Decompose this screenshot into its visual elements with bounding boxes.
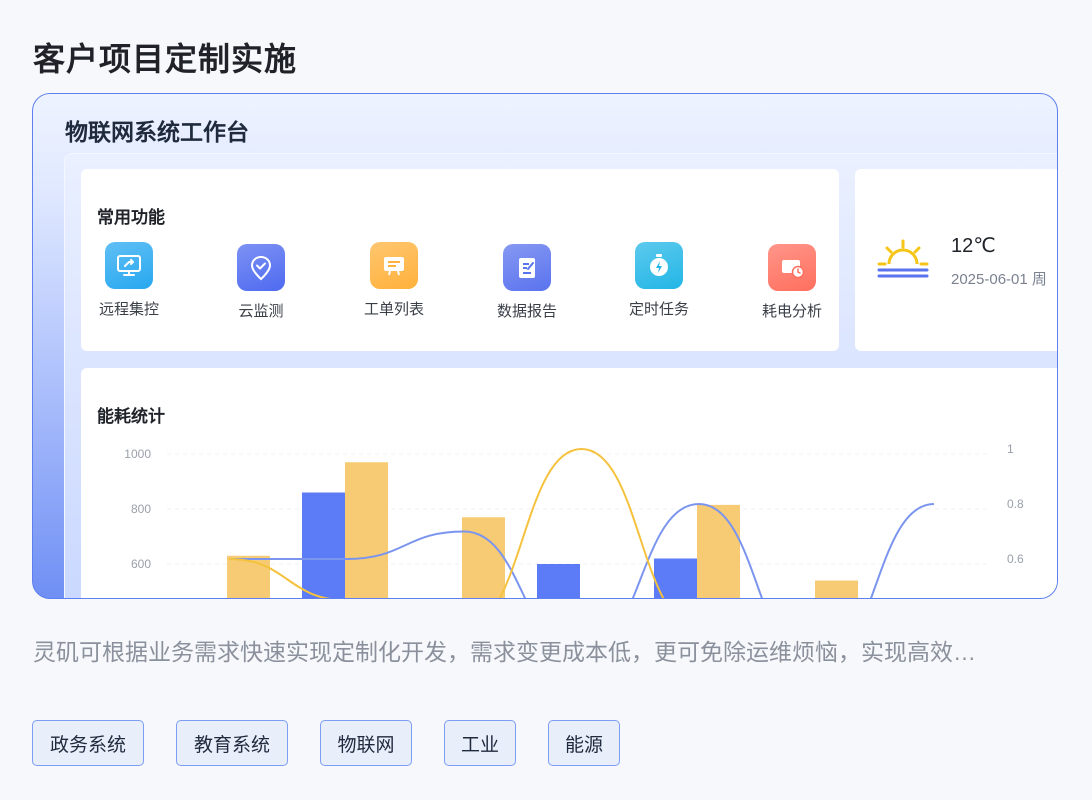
- report-doc-icon: [503, 244, 551, 291]
- function-item-6[interactable]: 耗电分析: [747, 244, 837, 324]
- y2-axis-tick-label: 0.8: [1007, 497, 1024, 511]
- y2-axis-tick-label: 1: [1007, 442, 1014, 456]
- function-item-label: 耗电分析: [761, 303, 822, 320]
- weather-date: 2025-06-01 周: [951, 271, 1047, 288]
- function-item-2[interactable]: 云监测: [216, 244, 306, 324]
- chart-bar: [345, 462, 388, 598]
- industry-tag[interactable]: 工业: [444, 720, 516, 766]
- app-preview-frame: 常用功能 远程集控 云监测 工单列表 数据报告 定时任务 耗电分析 12℃ 2025-06…: [64, 153, 1057, 598]
- function-item-label: 数据报告: [496, 303, 557, 320]
- function-item-label: 远程集控: [98, 301, 159, 318]
- function-item-5[interactable]: 定时任务: [614, 242, 704, 322]
- function-item-3[interactable]: 工单列表: [349, 242, 439, 322]
- common-functions-heading: 常用功能: [97, 208, 165, 227]
- weather-temperature: 12℃: [951, 235, 996, 257]
- chart-bar: [302, 492, 345, 598]
- industry-tag[interactable]: 政务系统: [32, 720, 144, 766]
- chart-bar: [697, 504, 740, 598]
- work-order-icon: [370, 242, 418, 289]
- energy-chart: 1000 800 600 1 0.8 0.6: [124, 442, 1024, 598]
- weather-panel: 12℃ 2025-06-01 周: [855, 169, 1057, 351]
- y2-axis-tick-label: 0.6: [1007, 552, 1024, 566]
- chart-bar: [537, 564, 580, 598]
- product-showcase-card: 物联网系统工作台 常用功能 远程集控 云监测 工单列表 数据报告 定时任务 耗电分析 12…: [32, 93, 1058, 599]
- remote-screen-icon: [105, 242, 153, 289]
- common-functions-panel: 常用功能 远程集控 云监测 工单列表 数据报告 定时任务 耗电分析: [81, 169, 839, 351]
- energy-stats-panel: 能耗统计 1000 800 600 1 0.8 0.6: [81, 368, 1057, 598]
- location-pin-icon: [237, 244, 285, 291]
- description-text: 灵矶可根据业务需求快速实现定制化开发，需求变更成本低，更可免除运维烦恼，实现高效…: [33, 639, 976, 665]
- page-title: 客户项目定制实施: [33, 41, 298, 77]
- function-item-1[interactable]: 远程集控: [84, 242, 174, 322]
- function-item-label: 定时任务: [628, 301, 689, 318]
- industry-tag[interactable]: 能源: [548, 720, 620, 766]
- y-axis-tick-label: 1000: [124, 447, 151, 461]
- function-item-label: 工单列表: [363, 301, 424, 318]
- chart-bar: [815, 580, 858, 598]
- sunrise-icon: [877, 239, 929, 278]
- chart-bar: [227, 555, 270, 598]
- y-axis-tick-label: 800: [131, 502, 151, 516]
- function-item-4[interactable]: 数据报告: [482, 244, 572, 324]
- power-analysis-icon: [768, 244, 816, 291]
- timer-icon: [635, 242, 683, 289]
- industry-tag[interactable]: 教育系统: [176, 720, 288, 766]
- app-title: 物联网系统工作台: [65, 119, 249, 145]
- chart-bar: [462, 517, 505, 598]
- y-axis-tick-label: 600: [131, 557, 151, 571]
- function-item-label: 云监测: [238, 303, 284, 320]
- industry-tag[interactable]: 物联网: [320, 720, 412, 766]
